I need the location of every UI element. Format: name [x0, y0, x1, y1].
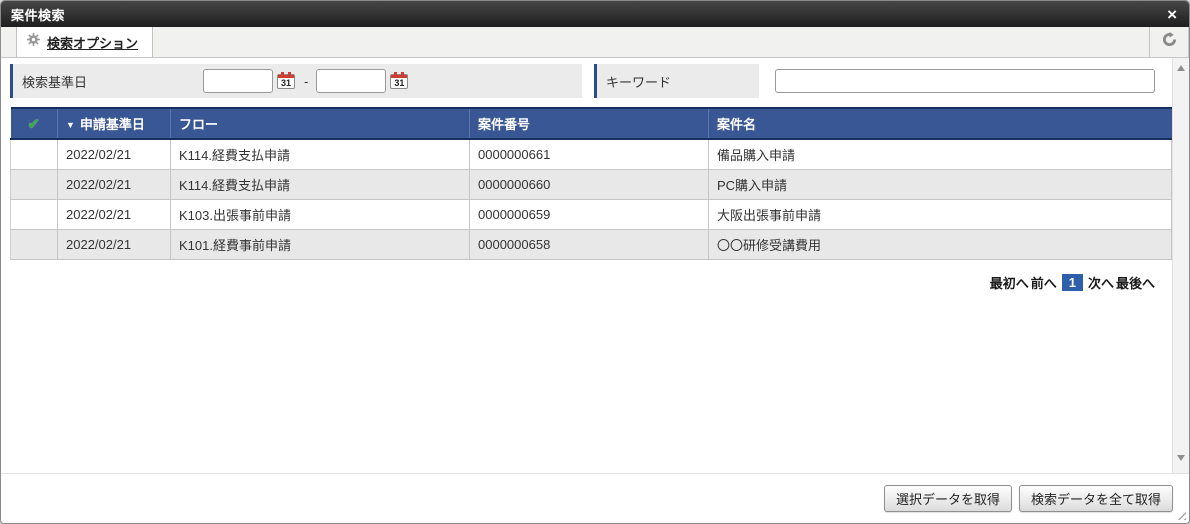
filter-date-group: 検索基準日 31 - 31	[10, 64, 582, 98]
close-icon[interactable]: ×	[1165, 6, 1179, 23]
table-row[interactable]: 2022/02/21 K101.経費事前申請 0000000658 〇〇研修受講…	[10, 229, 1172, 260]
date-range-separator: -	[304, 73, 309, 89]
keyword-input[interactable]	[775, 69, 1155, 93]
row-select-cell[interactable]	[10, 199, 58, 230]
cell-date: 2022/02/21	[57, 169, 171, 200]
tab-search-options[interactable]: 検索オプション	[16, 27, 154, 57]
date-to-input[interactable]	[316, 69, 387, 93]
cell-case-no: 0000000658	[469, 229, 709, 260]
column-header-flow[interactable]: フロー	[170, 107, 470, 140]
pagination-first[interactable]: 最初へ	[989, 273, 1030, 292]
cell-flow: K103.出張事前申請	[170, 199, 470, 230]
cell-case-name: 〇〇研修受講費用	[708, 229, 1172, 260]
filter-row: 検索基準日 31 - 31 キーワード	[10, 64, 1163, 98]
cell-flow: K114.経費支払申請	[170, 139, 470, 170]
cell-case-name: 大阪出張事前申請	[708, 199, 1172, 230]
case-search-dialog: 案件検索 × 検索オプション 検索基準日 31 - 31 キーワード ✔ ▼ 申…	[0, 0, 1190, 524]
cell-case-no: 0000000660	[469, 169, 709, 200]
cell-case-no: 0000000661	[469, 139, 709, 170]
keyword-input-wrap	[759, 69, 1163, 93]
pagination-prev[interactable]: 前へ	[1030, 273, 1058, 292]
refresh-icon	[1162, 32, 1177, 52]
pagination: 最初へ 前へ 1 次へ 最後へ	[1, 273, 1156, 292]
check-icon: ✔	[27, 115, 41, 133]
cell-flow: K114.経費支払申請	[170, 169, 470, 200]
date-filter-label: 検索基準日	[10, 64, 193, 98]
dialog-title: 案件検索	[11, 7, 66, 23]
table-row[interactable]: 2022/02/21 K114.経費支払申請 0000000660 PC購入申請	[10, 169, 1172, 200]
select-all-header[interactable]: ✔	[10, 107, 58, 140]
table-header-row: ✔ ▼ 申請基準日 フロー 案件番号 案件名	[10, 107, 1172, 140]
dialog-titlebar: 案件検索 ×	[1, 1, 1189, 27]
row-select-cell[interactable]	[10, 169, 58, 200]
gear-icon	[27, 33, 40, 51]
column-header-date[interactable]: ▼ 申請基準日	[57, 107, 171, 140]
pagination-next[interactable]: 次へ	[1087, 273, 1115, 292]
filter-keyword-group: キーワード	[594, 64, 1163, 98]
vertical-scrollbar[interactable]	[1172, 58, 1189, 473]
scroll-down-icon[interactable]	[1177, 455, 1185, 461]
dialog-footer: 選択データを取得 検索データを全て取得	[1, 473, 1189, 523]
column-header-case-name[interactable]: 案件名	[708, 107, 1172, 140]
table-row[interactable]: 2022/02/21 K103.出張事前申請 0000000659 大阪出張事前…	[10, 199, 1172, 230]
column-header-case-no[interactable]: 案件番号	[469, 107, 709, 140]
cell-case-name: 備品購入申請	[708, 139, 1172, 170]
sort-desc-icon: ▼	[66, 120, 75, 130]
cell-date: 2022/02/21	[57, 229, 171, 260]
refresh-button[interactable]	[1149, 27, 1189, 57]
resize-handle[interactable]	[1175, 509, 1186, 520]
get-selected-data-button[interactable]: 選択データを取得	[883, 485, 1012, 512]
date-from-input[interactable]	[203, 69, 273, 93]
toolbar: 検索オプション	[1, 27, 1189, 58]
cell-case-name: PC購入申請	[708, 169, 1172, 200]
calendar-icon-to[interactable]: 31	[390, 71, 409, 89]
scroll-up-icon[interactable]	[1177, 65, 1185, 71]
content-main: 検索基準日 31 - 31 キーワード ✔ ▼ 申請基準日 フロー 案件番号 案…	[1, 58, 1172, 473]
cell-date: 2022/02/21	[57, 139, 171, 170]
pagination-current-page: 1	[1061, 274, 1083, 291]
tab-search-options-label: 検索オプション	[47, 35, 139, 51]
table-row[interactable]: 2022/02/21 K114.経費支払申請 0000000661 備品購入申請	[10, 139, 1172, 170]
results-table: ✔ ▼ 申請基準日 フロー 案件番号 案件名 2022/02/21 K114.経費…	[10, 107, 1172, 260]
cell-case-no: 0000000659	[469, 199, 709, 230]
keyword-filter-label: キーワード	[594, 64, 759, 98]
get-all-data-button[interactable]: 検索データを全て取得	[1018, 485, 1173, 512]
row-select-cell[interactable]	[10, 139, 58, 170]
calendar-icon-from[interactable]: 31	[277, 71, 295, 89]
row-select-cell[interactable]	[10, 229, 58, 260]
cell-flow: K101.経費事前申請	[170, 229, 470, 260]
cell-date: 2022/02/21	[57, 199, 171, 230]
pagination-last[interactable]: 最後へ	[1115, 273, 1156, 292]
dialog-content: 検索基準日 31 - 31 キーワード ✔ ▼ 申請基準日 フロー 案件番号 案…	[1, 58, 1189, 473]
